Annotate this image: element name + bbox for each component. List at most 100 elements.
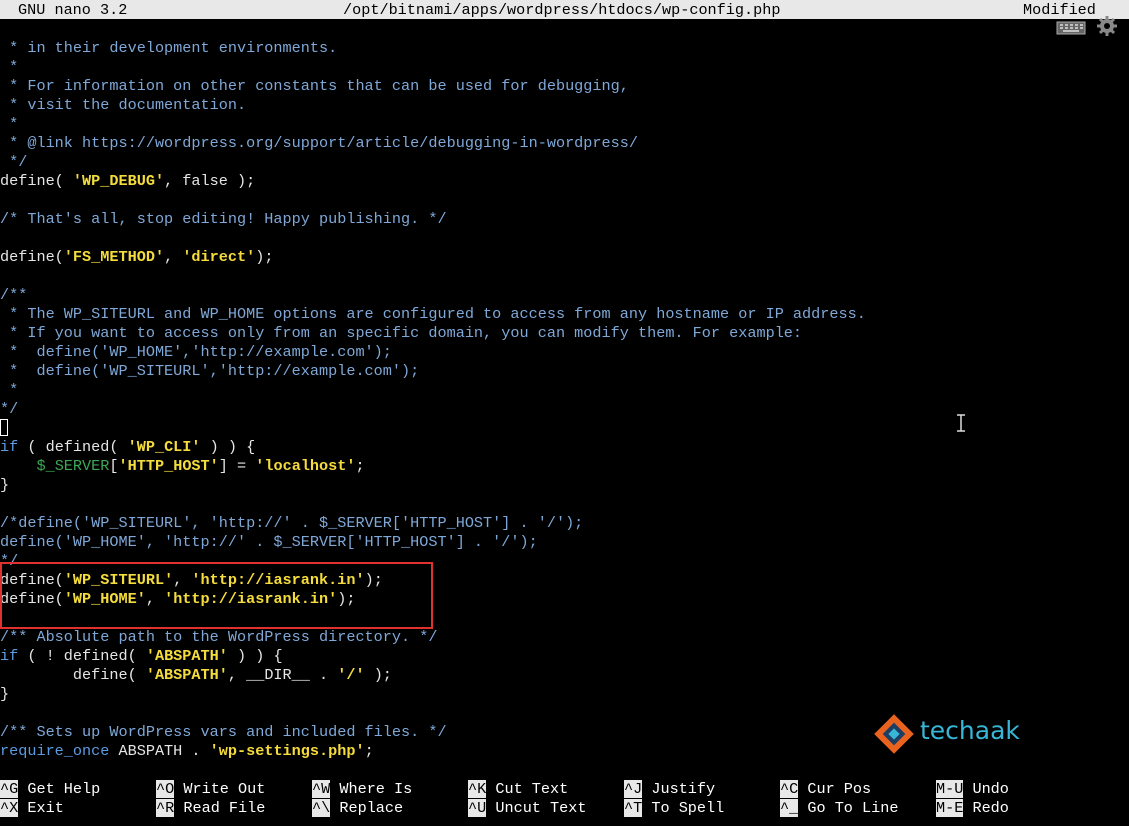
shortcut-key: ^G (0, 780, 19, 798)
code-token: 'WP_DEBUG' (72, 172, 165, 190)
shortcut-item[interactable]: ^O Write Out (156, 780, 265, 799)
shortcut-key: ^J (624, 780, 643, 798)
code-line[interactable]: /*define('WP_SITEURL', 'http://' . $_SER… (0, 514, 1129, 533)
code-line[interactable]: /** Absolute path to the WordPress direc… (0, 628, 1129, 647)
code-token: , false ); (164, 172, 256, 190)
shortcut-label: Go To Line (798, 799, 899, 817)
shortcut-label: Uncut Text (486, 799, 587, 817)
code-token: ) ) { (227, 647, 283, 665)
code-line[interactable]: } (0, 685, 1129, 704)
code-line[interactable]: * visit the documentation. (0, 96, 1129, 115)
code-token: , (173, 571, 192, 589)
editor-content[interactable]: * in their development environments. * *… (0, 39, 1129, 761)
code-line[interactable]: */ (0, 552, 1129, 571)
shortcut-item[interactable]: ^U Uncut Text (468, 799, 587, 818)
shortcut-item[interactable]: M-E Redo (936, 799, 1009, 818)
code-token: * in their development environments. (0, 39, 338, 57)
code-token: $_SERVER (36, 457, 110, 475)
code-line[interactable]: $_SERVER['HTTP_HOST'] = 'localhost'; (0, 457, 1129, 476)
shortcut-item[interactable]: M-U Undo (936, 780, 1009, 799)
code-line[interactable]: define('FS_METHOD', 'direct'); (0, 248, 1129, 267)
shortcut-key: ^\ (312, 799, 331, 817)
shortcut-item[interactable]: ^\ Replace (312, 799, 403, 818)
code-token: ); (364, 571, 383, 589)
shortcut-label: Read File (174, 799, 266, 817)
code-token: */ (0, 153, 28, 171)
shortcut-key: M-U (936, 780, 964, 798)
shortcut-item[interactable]: ^T To Spell (624, 799, 724, 818)
code-token: */ (0, 400, 19, 418)
shortcut-key: ^X (0, 799, 19, 817)
shortcut-key: ^C (780, 780, 799, 798)
code-token: 'localhost' (255, 457, 356, 475)
code-line[interactable] (0, 495, 1129, 514)
code-line[interactable]: * (0, 58, 1129, 77)
code-token: /** (0, 286, 28, 304)
shortcut-label: Where Is (330, 780, 413, 798)
shortcut-item[interactable]: ^_ Go To Line (780, 799, 899, 818)
code-token: 'HTTP_HOST' (118, 457, 219, 475)
code-line[interactable]: /* That's all, stop editing! Happy publi… (0, 210, 1129, 229)
code-token: 'WP_HOME' (63, 590, 146, 608)
file-path: /opt/bitnami/apps/wordpress/htdocs/wp-co… (343, 1, 781, 19)
code-token: * @link https://wordpress.org/support/ar… (0, 134, 638, 152)
code-token: ] = (218, 457, 256, 475)
shortcut-label: To Spell (642, 799, 725, 817)
code-token: ( ! defined( (18, 647, 146, 665)
shortcut-label: Undo (963, 780, 1009, 798)
code-line[interactable]: /** (0, 286, 1129, 305)
code-token: , (145, 590, 165, 608)
code-token: 'direct' (182, 248, 256, 266)
code-token: 'ABSPATH' (145, 647, 228, 665)
code-line[interactable]: define('WP_SITEURL', 'http://iasrank.in'… (0, 571, 1129, 590)
shortcut-label: Exit (18, 799, 64, 817)
shortcut-item[interactable]: ^C Cur Pos (780, 780, 871, 799)
code-token: if (0, 647, 19, 665)
shortcut-label: Cur Pos (798, 780, 872, 798)
code-line[interactable]: define( 'ABSPATH', __DIR__ . '/' ); (0, 666, 1129, 685)
shortcut-item[interactable]: ^G Get Help (0, 780, 100, 799)
code-token: * If you want to access only from an spe… (0, 324, 803, 342)
code-token: define( (0, 172, 73, 190)
code-line[interactable]: * The WP_SITEURL and WP_HOME options are… (0, 305, 1129, 324)
keyboard-icon[interactable] (1056, 21, 1086, 35)
code-line[interactable]: if ( defined( 'WP_CLI' ) ) { (0, 438, 1129, 457)
code-line[interactable]: } (0, 476, 1129, 495)
shortcut-key: ^K (468, 780, 487, 798)
techaak-logo: techaak (872, 712, 1022, 758)
shortcut-item[interactable]: ^W Where Is (312, 780, 412, 799)
code-line[interactable]: * (0, 115, 1129, 134)
shortcut-item[interactable]: ^K Cut Text (468, 780, 568, 799)
shortcut-item[interactable]: ^X Exit (0, 799, 64, 818)
code-line[interactable] (0, 267, 1129, 286)
shortcut-item[interactable]: ^J Justify (624, 780, 715, 799)
code-line[interactable] (0, 609, 1129, 628)
code-line[interactable]: if ( ! defined( 'ABSPATH' ) ) { (0, 647, 1129, 666)
code-line[interactable]: * @link https://wordpress.org/support/ar… (0, 134, 1129, 153)
code-line[interactable]: define('WP_HOME', 'http://iasrank.in'); (0, 590, 1129, 609)
code-token: * define('WP_SITEURL','http://example.co… (0, 362, 420, 380)
code-line[interactable]: * in their development environments. (0, 39, 1129, 58)
code-line[interactable]: */ (0, 153, 1129, 172)
code-line[interactable] (0, 191, 1129, 210)
shortcut-label: Get Help (18, 780, 101, 798)
code-token: if (0, 438, 19, 456)
code-line[interactable]: define( 'WP_DEBUG', false ); (0, 172, 1129, 191)
code-token: * define('WP_HOME','http://example.com')… (0, 343, 392, 361)
code-line[interactable] (0, 229, 1129, 248)
code-token: ( defined( (18, 438, 128, 456)
code-line[interactable]: * define('WP_SITEURL','http://example.co… (0, 362, 1129, 381)
code-token: * visit the documentation. (0, 96, 247, 114)
code-line[interactable]: * If you want to access only from an spe… (0, 324, 1129, 343)
code-line[interactable]: * define('WP_HOME','http://example.com')… (0, 343, 1129, 362)
code-token: */ (0, 552, 19, 570)
code-line[interactable]: define('WP_HOME', 'http://' . $_SERVER['… (0, 533, 1129, 552)
logo-text: techaak (920, 716, 1020, 745)
code-token: '/' (337, 666, 365, 684)
shortcut-item[interactable]: ^R Read File (156, 799, 265, 818)
code-line[interactable]: * For information on other constants tha… (0, 77, 1129, 96)
gear-icon[interactable] (1097, 16, 1117, 36)
code-line[interactable]: * (0, 381, 1129, 400)
shortcut-label: Redo (963, 799, 1009, 817)
